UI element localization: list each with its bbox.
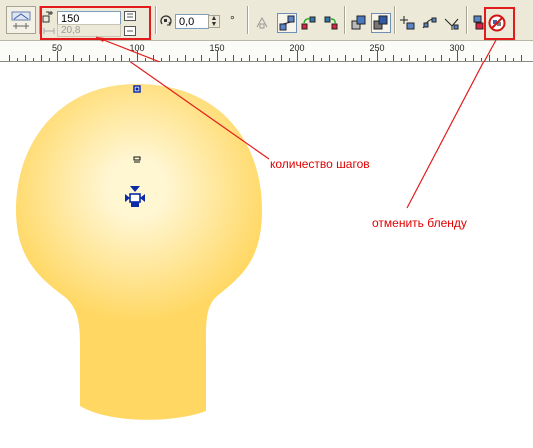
ruler-tick <box>177 58 178 61</box>
toolbar-separator <box>344 6 346 34</box>
ruler-tick <box>169 55 170 61</box>
ruler-label: 50 <box>51 43 63 53</box>
object-acceleration-button[interactable] <box>349 13 369 33</box>
direct-blend-button[interactable] <box>277 13 297 33</box>
toolbar-separator <box>247 6 249 34</box>
ruler-tick <box>337 58 338 61</box>
ruler-tick <box>409 55 410 61</box>
ruler-tick <box>97 58 98 61</box>
ruler-tick <box>9 55 10 61</box>
ruler-tick <box>305 58 306 61</box>
ruler-tick <box>521 55 522 61</box>
rotate-icon <box>159 14 173 28</box>
ruler-tick <box>361 55 362 61</box>
blend-preset-button[interactable] <box>6 6 36 34</box>
ruler-tick <box>145 58 146 61</box>
ruler-tick <box>393 55 394 61</box>
ruler-label: 250 <box>369 43 385 53</box>
ruler-tick <box>401 58 402 61</box>
ruler-tick <box>113 58 114 61</box>
ruler-tick <box>281 55 282 61</box>
ruler-tick <box>433 58 434 61</box>
ruler-tick <box>473 55 474 61</box>
clear-blend-highlight-box <box>484 7 515 40</box>
toolbar-separator <box>394 6 396 34</box>
ruler-tick <box>465 58 466 61</box>
ruler-tick <box>417 58 418 61</box>
ruler-tick <box>105 55 106 61</box>
ruler-tick <box>73 55 74 61</box>
clear-blend-annotation-label: отменить бленду <box>372 216 467 230</box>
ruler-tick <box>161 58 162 61</box>
more-blend-options-button[interactable] <box>442 13 462 33</box>
angle-spinner[interactable]: ▲ ▼ <box>208 15 220 28</box>
loop-blend-button[interactable] <box>252 13 272 33</box>
ruler-tick <box>505 55 506 61</box>
ruler-tick <box>33 58 34 61</box>
ruler-tick <box>193 58 194 61</box>
ruler-tick <box>513 58 514 61</box>
ruler-label: 150 <box>209 43 225 53</box>
ruler-tick <box>201 55 202 61</box>
steps-highlight-box <box>40 6 151 40</box>
ruler-tick <box>153 55 154 61</box>
ruler-tick <box>17 58 18 61</box>
ruler-tick <box>257 58 258 61</box>
ruler-tick <box>481 58 482 61</box>
ruler-label: 300 <box>449 43 465 53</box>
ruler-tick <box>441 55 442 61</box>
blend-start-handle-dot <box>135 87 139 91</box>
ruler-tick <box>289 58 290 61</box>
ruler-tick <box>185 55 186 61</box>
ruler-tick <box>345 55 346 61</box>
blend-angle-input[interactable] <box>175 14 209 29</box>
counterclockwise-blend-button[interactable] <box>321 13 341 33</box>
ruler-tick <box>41 55 42 61</box>
ruler-tick <box>209 58 210 61</box>
ruler-tick <box>313 55 314 61</box>
ruler-tick <box>497 58 498 61</box>
ruler-tick <box>249 55 250 61</box>
ruler-tick <box>241 58 242 61</box>
ruler-tick <box>89 55 90 61</box>
ruler-tick <box>121 55 122 61</box>
ruler-tick <box>81 58 82 61</box>
ruler-tick <box>49 58 50 61</box>
ruler-tick <box>489 55 490 61</box>
toolbar-separator <box>466 6 468 34</box>
ruler-tick <box>129 58 130 61</box>
color-acceleration-button[interactable] <box>371 13 391 33</box>
clockwise-blend-button[interactable] <box>299 13 319 33</box>
ruler-tick <box>273 58 274 61</box>
ruler-label: 200 <box>289 43 305 53</box>
ruler-tick <box>425 55 426 61</box>
ruler-tick <box>265 55 266 61</box>
ruler-tick <box>385 58 386 61</box>
clear-blend-annotation-arrow <box>406 39 496 209</box>
light-bulb-shape[interactable] <box>16 84 262 420</box>
ruler-tick <box>369 58 370 61</box>
ruler-tick <box>321 58 322 61</box>
start-end-properties-button[interactable] <box>398 13 418 33</box>
ruler-tick <box>225 58 226 61</box>
blend-preset-icon <box>11 11 31 29</box>
angle-unit-label: ° <box>230 13 235 27</box>
toolbar-separator <box>155 6 157 34</box>
path-properties-button[interactable] <box>420 13 440 33</box>
ruler-tick <box>65 58 66 61</box>
light-bulb-drawing <box>16 36 496 420</box>
ruler-label: 100 <box>129 43 145 53</box>
ruler-tick <box>353 58 354 61</box>
steps-annotation-label: количество шагов <box>270 157 370 171</box>
ruler-tick <box>329 55 330 61</box>
ruler-tick <box>25 55 26 61</box>
horizontal-ruler[interactable]: 50 100 150 200 250 300 <box>0 41 533 62</box>
drawing-canvas[interactable] <box>0 36 533 443</box>
ruler-tick <box>233 55 234 61</box>
ruler-tick <box>449 58 450 61</box>
